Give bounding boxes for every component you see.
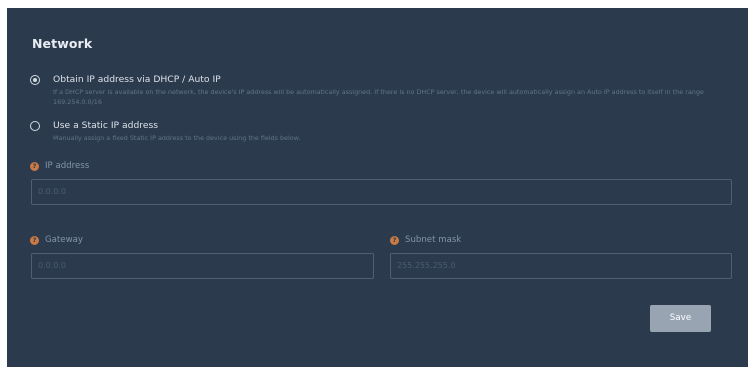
help-icon[interactable]: ?	[30, 161, 39, 171]
save-button[interactable]: Save	[650, 305, 711, 332]
static-ip-option[interactable]: Use a Static IP address Manually assign …	[30, 119, 723, 143]
ip-address-label-text: IP address	[45, 161, 90, 171]
gateway-label-text: Gateway	[45, 235, 83, 245]
gateway-label: ? Gateway	[30, 235, 83, 245]
dhcp-option-label[interactable]: Obtain IP address via DHCP / Auto IP	[53, 73, 723, 86]
ip-address-label: ? IP address	[30, 161, 89, 171]
subnet-mask-label-text: Subnet mask	[405, 235, 462, 245]
subnet-mask-label: ? Subnet mask	[390, 235, 461, 245]
network-panel: Network Obtain IP address via DHCP / Aut…	[7, 8, 748, 367]
static-ip-option-label[interactable]: Use a Static IP address	[53, 119, 723, 132]
dhcp-radio[interactable]	[30, 75, 40, 85]
ip-address-input[interactable]: 0.0.0.0	[31, 179, 732, 205]
dhcp-option[interactable]: Obtain IP address via DHCP / Auto IP If …	[30, 73, 723, 107]
help-icon[interactable]: ?	[30, 235, 39, 245]
section-title: Network	[32, 36, 93, 51]
dhcp-option-text: Obtain IP address via DHCP / Auto IP If …	[53, 73, 723, 107]
subnet-mask-input[interactable]: 255.255.255.0	[390, 253, 732, 279]
static-ip-radio[interactable]	[30, 121, 40, 131]
static-ip-option-description: Manually assign a fixed Static IP addres…	[53, 134, 301, 142]
static-ip-option-text: Use a Static IP address Manually assign …	[53, 119, 723, 143]
help-icon[interactable]: ?	[390, 235, 399, 245]
dhcp-option-description: If a DHCP server is available on the net…	[53, 88, 704, 106]
gateway-input[interactable]: 0.0.0.0	[31, 253, 374, 279]
